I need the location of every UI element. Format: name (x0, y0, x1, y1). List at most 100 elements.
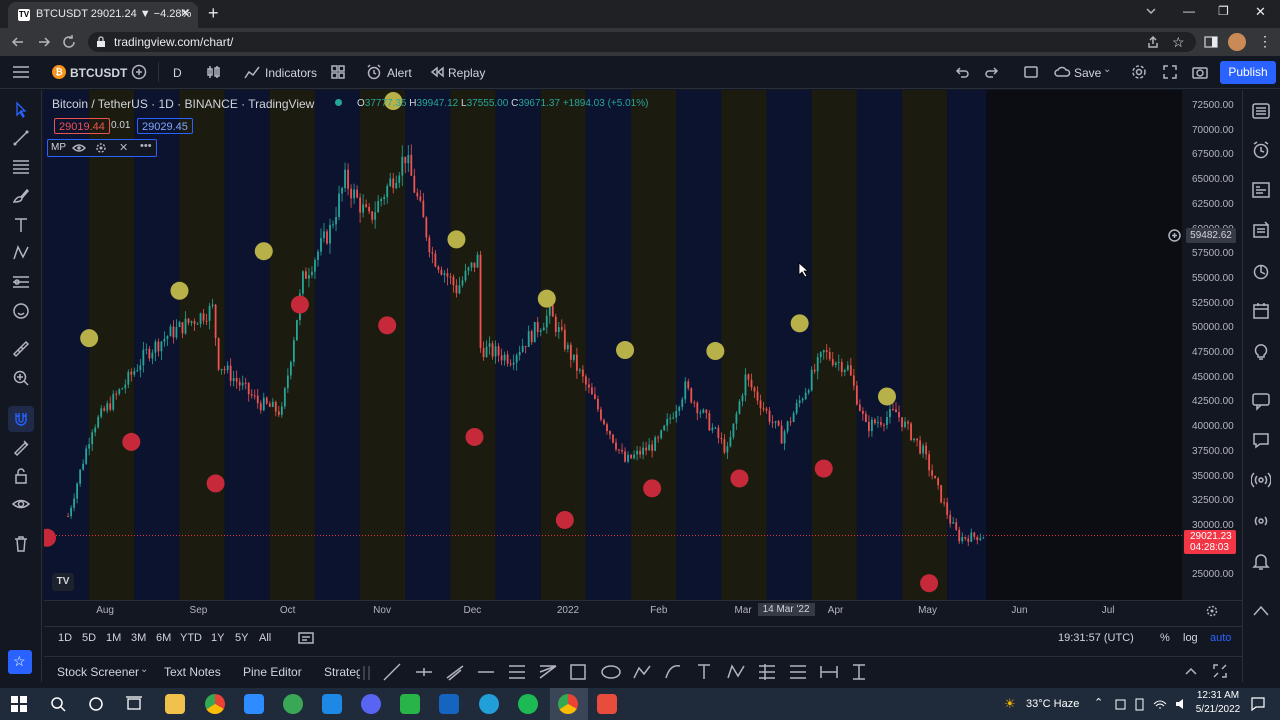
indicators-icon[interactable] (244, 64, 260, 80)
hide-drawings-eye-icon[interactable] (11, 494, 31, 514)
window-close-button[interactable]: ✕ (1255, 4, 1266, 20)
camera-snapshot-icon[interactable] (1192, 64, 1208, 80)
tab-stock-screener[interactable]: Stock Screener (57, 665, 139, 679)
weather-icon[interactable]: ☀ (1004, 696, 1016, 712)
tab-text-notes[interactable]: Text Notes (164, 665, 221, 679)
spotify-icon[interactable] (518, 694, 538, 714)
emoji-icon[interactable] (11, 301, 31, 321)
candles-chart-type-icon[interactable] (206, 64, 222, 80)
timezone-clock[interactable]: 19:31:57 (UTC) (1058, 632, 1134, 644)
cortana-icon[interactable] (88, 696, 104, 712)
auto-scale-toggle[interactable]: auto (1210, 632, 1231, 644)
ruler-icon[interactable] (11, 339, 31, 359)
tab-search-icon[interactable] (1145, 5, 1157, 17)
tray-icons[interactable] (1114, 697, 1190, 711)
taskbar-date[interactable]: 5/21/2022 (1193, 704, 1243, 715)
skype-icon[interactable] (322, 694, 342, 714)
replay-rewind-icon[interactable] (430, 65, 444, 79)
maximize-panel-icon[interactable] (1212, 663, 1228, 679)
profile-avatar[interactable] (1228, 33, 1246, 51)
indicator-visibility-eye-icon[interactable] (72, 142, 86, 154)
file-explorer-icon[interactable] (165, 694, 185, 714)
address-bar[interactable] (88, 32, 1196, 52)
trend-line-icon[interactable] (11, 128, 31, 148)
data-window-icon[interactable] (1251, 180, 1271, 200)
publish-button[interactable]: Publish (1220, 61, 1276, 84)
url-text[interactable]: tradingview.com/chart/ (114, 35, 233, 49)
templates-grid-icon[interactable] (330, 64, 346, 80)
forward-icon[interactable] (36, 34, 52, 50)
screener-chevron-icon[interactable]: ⌄ (140, 664, 148, 675)
chats-icon[interactable] (1251, 430, 1271, 450)
indicators-button[interactable]: Indicators (265, 66, 317, 80)
replay-button[interactable]: Replay (448, 66, 485, 80)
news-icon[interactable] (1251, 220, 1271, 240)
new-tab-button[interactable]: + (208, 3, 219, 24)
range-button-ytd[interactable]: YTD (180, 632, 202, 644)
axis-settings-gear-icon[interactable] (1205, 604, 1219, 618)
browser-menu-icon[interactable]: ⋮ (1258, 33, 1272, 50)
range-button-6m[interactable]: 6M (156, 632, 171, 644)
tab-pine-editor[interactable]: Pine Editor (243, 665, 302, 679)
symbol-search-button[interactable]: BTCUSDT (70, 66, 127, 80)
tradingview-app-icon[interactable] (283, 694, 303, 714)
sell-price-button[interactable]: 29019.44 (54, 118, 110, 134)
save-menu-chevron-icon[interactable]: ⌄ (1103, 64, 1111, 75)
buy-price-button[interactable]: 29029.45 (137, 118, 193, 134)
prediction-icon[interactable] (11, 272, 31, 292)
hotlists-fire-icon[interactable] (1251, 261, 1271, 281)
tradingview-logo-icon[interactable]: TV (52, 573, 74, 591)
discord-icon[interactable] (361, 694, 381, 714)
price-chart[interactable] (44, 90, 1182, 600)
task-view-icon[interactable] (125, 695, 143, 713)
taskbar-time[interactable]: 12:31 AM (1193, 690, 1243, 701)
camtasia-icon[interactable] (400, 694, 420, 714)
lock-icon[interactable] (96, 36, 106, 48)
weather-text[interactable]: 33°C Haze (1026, 698, 1079, 710)
layout-select-icon[interactable] (1023, 64, 1039, 80)
collapse-panel-chevron-icon[interactable] (1184, 664, 1198, 678)
fullscreen-icon[interactable] (1162, 64, 1178, 80)
range-button-5d[interactable]: 5D (82, 632, 96, 644)
alerts-clock-icon[interactable] (1251, 140, 1271, 160)
log-scale-toggle[interactable]: log (1183, 632, 1198, 644)
browser-tab[interactable]: TV BTCUSDT 29021.24 ▼ −4.28% ✕ (8, 2, 198, 28)
streams-chat-icon[interactable] (1251, 391, 1271, 411)
app-installer-icon[interactable] (439, 694, 459, 714)
alert-button[interactable]: Alert (387, 66, 412, 80)
settings-gear-icon[interactable] (1131, 64, 1147, 80)
text-tool-icon[interactable] (11, 215, 31, 235)
pattern-icon[interactable] (11, 243, 31, 263)
watchlist-icon[interactable] (1251, 101, 1271, 121)
broadcast-icon[interactable] (1251, 470, 1271, 490)
calendar-icon[interactable] (1251, 301, 1271, 321)
tab-strategy-tester[interactable]: Strategy (324, 665, 362, 679)
window-minimize-button[interactable]: — (1183, 4, 1195, 18)
range-button-1y[interactable]: 1Y (211, 632, 224, 644)
tab-close-icon[interactable]: ✕ (180, 6, 190, 20)
brush-icon[interactable] (11, 186, 31, 206)
interval-button[interactable]: D (173, 66, 182, 80)
range-button-1m[interactable]: 1M (106, 632, 121, 644)
date-range-calendar-icon[interactable] (298, 631, 314, 645)
percent-scale-toggle[interactable]: % (1160, 632, 1170, 644)
range-button-5y[interactable]: 5Y (235, 632, 248, 644)
zoom-in-icon[interactable] (11, 368, 31, 388)
chart-legend-title[interactable]: Bitcoin / TetherUS · 1D · BINANCE · Trad… (52, 97, 314, 111)
range-button-1d[interactable]: 1D (58, 632, 72, 644)
indicator-remove-icon[interactable]: ✕ (119, 141, 128, 154)
hamburger-menu-icon[interactable] (12, 64, 30, 80)
trash-icon[interactable] (11, 534, 31, 554)
indicator-more-icon[interactable]: ••• (140, 140, 152, 152)
save-button[interactable]: Save (1074, 66, 1101, 80)
redo-icon[interactable] (985, 65, 999, 79)
notification-center-icon[interactable] (1250, 696, 1266, 712)
chrome-active-icon[interactable] (558, 694, 578, 714)
chrome-icon[interactable] (205, 694, 225, 714)
recorder-icon[interactable] (597, 694, 617, 714)
reload-icon[interactable] (61, 34, 77, 50)
help-icon[interactable] (1251, 601, 1271, 621)
lock-drawings-icon[interactable] (11, 466, 31, 486)
windows-start-icon[interactable] (11, 696, 27, 712)
share-icon[interactable] (1146, 35, 1160, 49)
